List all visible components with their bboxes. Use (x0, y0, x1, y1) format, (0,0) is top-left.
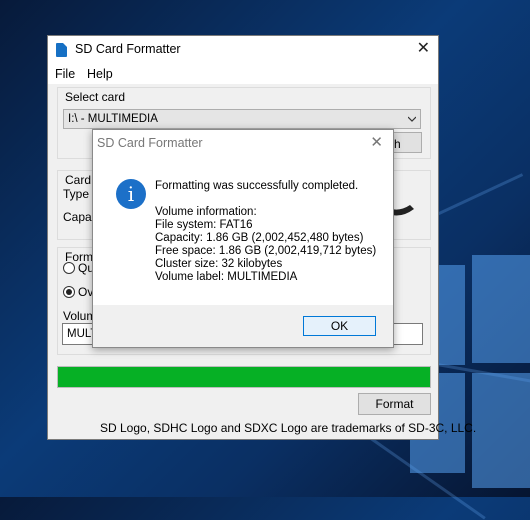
capacity-info: Capacity: 1.86 GB (2,002,452,480 bytes) (155, 232, 364, 244)
volume-info-heading: Volume information: (155, 206, 257, 218)
card-select-value: I:\ - MULTIMEDIA (68, 113, 158, 125)
success-dialog: SD Card Formatter ✕ i Formatting was suc… (92, 129, 394, 348)
format-button[interactable]: Format (358, 393, 431, 415)
trademark-notice: SD Logo, SDHC Logo and SDXC Logo are tra… (100, 421, 477, 435)
menu-file[interactable]: File (55, 67, 75, 81)
dialog-close-button[interactable]: ✕ (370, 133, 383, 153)
window-title: SD Card Formatter (75, 42, 181, 56)
sd-card-icon (56, 43, 67, 57)
quick-format-radio[interactable] (63, 262, 75, 274)
dialog-title: SD Card Formatter (97, 136, 203, 150)
chevron-down-icon (408, 116, 416, 122)
free-space-info: Free space: 1.86 GB (2,002,419,712 bytes… (155, 245, 377, 257)
dialog-message: Formatting was successfully completed. (155, 180, 359, 192)
information-icon: i (116, 179, 146, 209)
format-progress-fill (58, 367, 430, 387)
title-bar: SD Card Formatter ✕ (48, 36, 438, 64)
volume-label-info: Volume label: MULTIMEDIA (155, 271, 298, 283)
card-select-dropdown[interactable]: I:\ - MULTIMEDIA (63, 109, 421, 129)
cluster-size-info: Cluster size: 32 kilobytes (155, 258, 283, 270)
refresh-button-label: h (394, 137, 401, 151)
overwrite-format-radio[interactable] (63, 286, 75, 298)
file-system-info: File system: FAT16 (155, 219, 253, 231)
select-card-label: Select card (65, 90, 126, 104)
ok-button[interactable]: OK (303, 316, 376, 336)
menu-help[interactable]: Help (87, 67, 113, 81)
format-progress-bar (57, 366, 431, 388)
window-close-button[interactable]: ✕ (417, 39, 430, 59)
card-type-label: Type (63, 187, 90, 201)
menu-bar: File Help (48, 64, 438, 84)
